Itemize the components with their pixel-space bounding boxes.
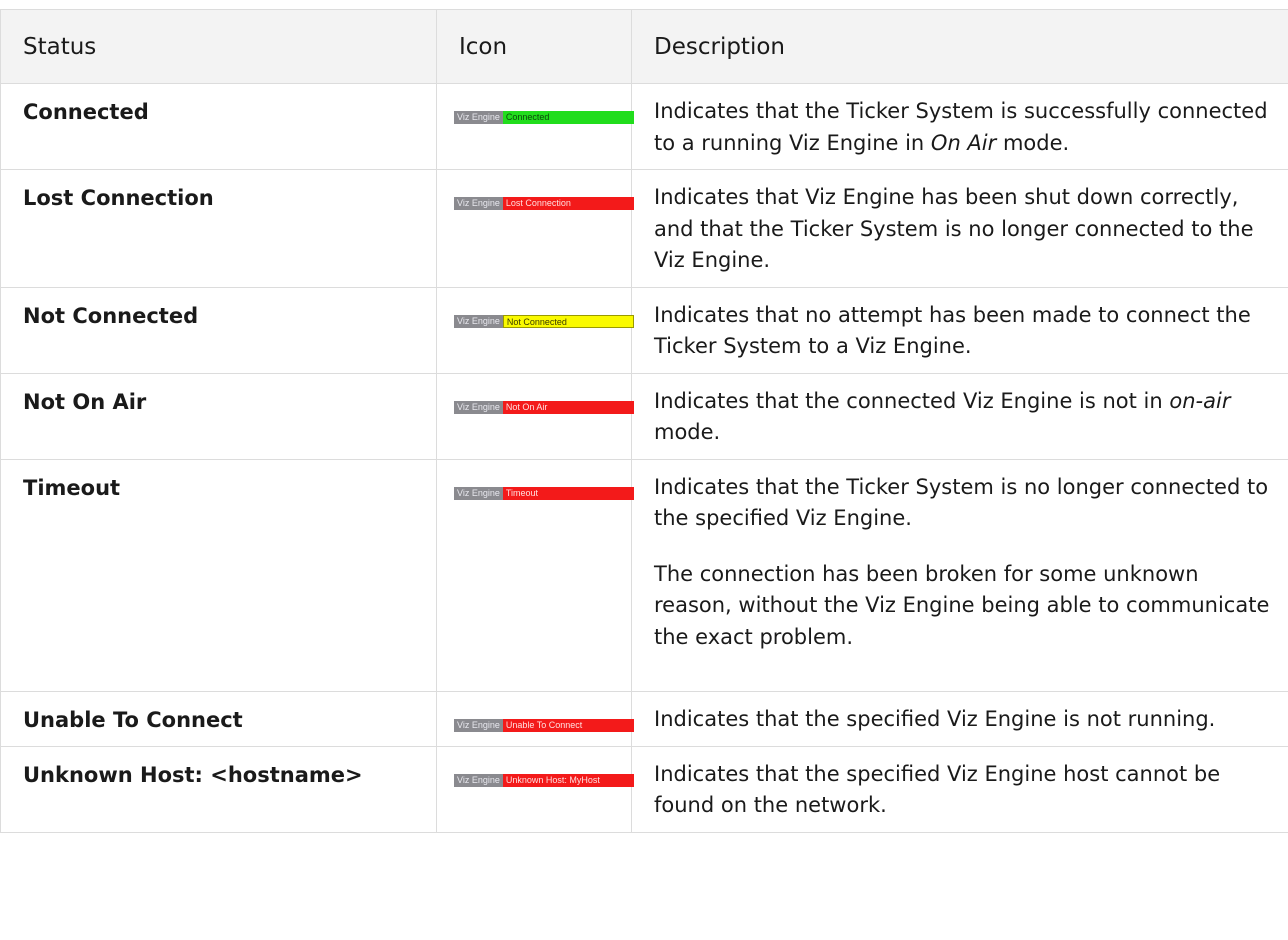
description-text: Indicates that the Ticker System is no l… [654,474,1269,531]
description-text: Indicates that the Ticker System is succ… [654,99,1268,155]
header-icon: Icon [436,9,632,84]
badge-engine-label: Viz Engine [454,197,503,210]
icon-cell: Viz Engine Connected [436,83,634,170]
badge-state-label: Timeout [502,486,634,500]
description-cell: Indicates that the specified Viz Engine … [631,691,1288,747]
description-cell: Indicates that the Ticker System is succ… [631,83,1288,170]
description-text: Indicates that no attempt has been made … [654,302,1251,359]
status-cell: Unknown Host: <hostname> [0,745,437,833]
status-cell: Unable To Connect [0,691,437,747]
table-row: Unknown Host: <hostname> Viz Engine Unkn… [0,745,1288,833]
badge-engine-label: Viz Engine [454,486,503,500]
badge-engine-label: Viz Engine [454,400,503,414]
header-status: Status [0,9,437,84]
description-text-secondary: The connection has been broken for some … [654,561,1270,649]
badge-engine-label: Viz Engine [454,773,503,787]
emphasis: On Air [930,130,997,155]
badge-engine-label: Viz Engine [454,111,503,124]
badge-state-label: Not Connected [502,314,634,328]
description-text: Indicates that the connected Viz Engine … [654,388,1231,445]
badge-state-label: Unable To Connect [502,719,634,732]
table-row: Not Connected Viz Engine Not Connected I… [0,286,1288,374]
icon-cell: Viz Engine Not Connected [436,286,634,374]
description-text: Indicates that the specified Viz Engine … [654,761,1221,818]
description-text: Indicates that the specified Viz Engine … [654,707,1216,731]
connected-status-icon: Viz Engine Connected [454,111,634,124]
table-row: Unable To Connect Viz Engine Unable To C… [0,691,1288,747]
badge-state-label: Lost Connection [502,197,634,210]
icon-cell: Viz Engine Unknown Host: MyHost [436,745,634,833]
badge-engine-label: Viz Engine [454,719,503,732]
timeout-status-icon: Viz Engine Timeout [454,486,634,500]
icon-cell: Viz Engine Timeout [436,458,634,692]
unable-to-connect-status-icon: Viz Engine Unable To Connect [454,719,634,732]
icon-cell: Viz Engine Unable To Connect [436,691,634,747]
description-text: Indicates that Viz Engine has been shut … [654,185,1254,272]
description-cell: Indicates that no attempt has been made … [631,286,1288,374]
table-header-row: Status Icon Description [0,9,1288,84]
not-connected-status-icon: Viz Engine Not Connected [454,314,634,328]
description-cell: Indicates that the connected Viz Engine … [631,372,1288,460]
badge-state-label: Unknown Host: MyHost [502,773,634,787]
description-cell: Indicates that Viz Engine has been shut … [631,169,1288,288]
description-cell: Indicates that the specified Viz Engine … [631,745,1288,833]
description-cell: Indicates that the Ticker System is no l… [631,458,1288,692]
status-cell: Lost Connection [0,169,437,288]
table-row: Not On Air Viz Engine Not On Air Indicat… [0,372,1288,460]
status-table: Status Icon Description Connected Viz En… [0,9,1288,833]
document-page: Status Icon Description Connected Viz En… [0,0,1288,940]
table-row: Lost Connection Viz Engine Lost Connecti… [0,169,1288,288]
status-cell: Not Connected [0,286,437,374]
status-cell: Connected [0,83,437,170]
badge-state-label: Connected [502,111,634,124]
not-on-air-status-icon: Viz Engine Not On Air [454,400,634,414]
badge-engine-label: Viz Engine [454,314,503,328]
table-row: Timeout Viz Engine Timeout Indicates tha… [0,458,1288,692]
header-description: Description [631,9,1288,84]
emphasis: on-air [1169,388,1231,413]
unknown-host-status-icon: Viz Engine Unknown Host: MyHost [454,773,634,787]
icon-cell: Viz Engine Not On Air [436,372,634,460]
badge-state-label: Not On Air [502,400,634,414]
icon-cell: Viz Engine Lost Connection [436,169,634,288]
status-cell: Not On Air [0,372,437,460]
lost-connection-status-icon: Viz Engine Lost Connection [454,197,634,210]
table-row: Connected Viz Engine Connected Indicates… [0,83,1288,170]
status-cell: Timeout [0,458,437,692]
